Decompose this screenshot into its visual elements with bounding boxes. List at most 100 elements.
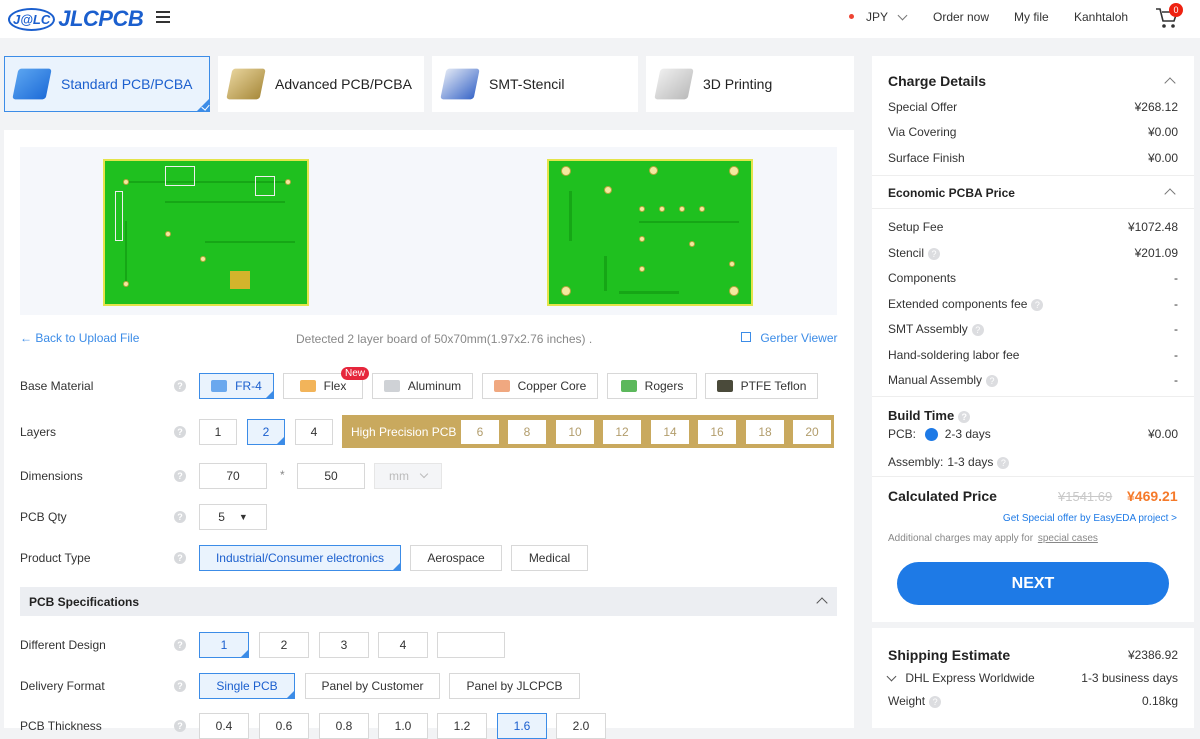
hp-layer-option[interactable]: 12 — [603, 420, 641, 444]
help-icon[interactable]: ? — [174, 470, 186, 482]
qty-label: PCB Qty — [20, 510, 67, 524]
menu-icon[interactable] — [156, 11, 170, 23]
help-icon[interactable]: ? — [958, 410, 971, 423]
thickness-option[interactable]: 0.6 — [259, 713, 309, 739]
thickness-option[interactable]: 2.0 — [556, 713, 606, 739]
thickness-option[interactable]: 0.4 — [199, 713, 249, 739]
hp-layer-option[interactable]: 14 — [651, 420, 689, 444]
back-label: Back to Upload File — [35, 331, 140, 345]
delivery-panel-by-jlcpcb[interactable]: Panel by JLCPCB — [449, 673, 580, 699]
chevron-up-icon[interactable] — [1164, 77, 1176, 89]
material-fr4[interactable]: FR-4 — [199, 373, 274, 399]
dimension-y-input[interactable]: 50 — [297, 463, 365, 489]
product-type-industrial[interactable]: Industrial/Consumer electronics — [199, 545, 401, 571]
help-icon[interactable]: ? — [174, 680, 186, 692]
qty-value: 5 — [218, 510, 225, 524]
layer-option[interactable]: 4 — [295, 419, 333, 445]
design-option[interactable]: 4 — [378, 632, 428, 658]
unit-select[interactable]: mm — [374, 463, 442, 489]
product-type-medical[interactable]: Medical — [511, 545, 588, 571]
help-icon[interactable]: ? — [174, 720, 186, 732]
help-icon[interactable]: ? — [174, 426, 186, 438]
thickness-option[interactable]: 1.2 — [437, 713, 487, 739]
layer-option[interactable]: 1 — [199, 419, 237, 445]
pcb-top-image — [103, 159, 309, 306]
hp-layer-option[interactable]: 16 — [698, 420, 736, 444]
my-file-link[interactable]: My file — [1014, 10, 1049, 24]
chevron-up-icon[interactable] — [1164, 188, 1176, 200]
cart-count-badge: 0 — [1169, 3, 1183, 17]
fr4-icon — [211, 380, 228, 392]
tab-smt-stencil[interactable]: SMT-Stencil — [432, 56, 638, 112]
cart-icon[interactable]: 0 — [1155, 3, 1183, 30]
help-icon[interactable]: ? — [174, 380, 186, 392]
material-label: FR-4 — [235, 379, 262, 393]
design-option[interactable]: 2 — [259, 632, 309, 658]
logo-text: JLCPCB — [58, 6, 144, 31]
material-copper-core[interactable]: Copper Core — [482, 373, 598, 399]
charge-row-setup-fee: Setup Fee ¥1072.48 — [888, 220, 1178, 234]
help-icon[interactable]: ? — [986, 374, 999, 387]
selected-check-icon — [197, 99, 209, 111]
back-to-upload-link[interactable]: ← Back to Upload File — [20, 331, 139, 345]
carrier-select[interactable]: DHL Express Worldwide — [886, 671, 1035, 685]
help-icon[interactable]: ? — [929, 695, 942, 708]
design-option-selected[interactable]: 1 — [199, 632, 249, 658]
top-navbar: J@LC JLCPCB JPY Order now My file Kanhta… — [0, 0, 1200, 38]
dimension-separator: * — [280, 468, 285, 482]
build-time-pcb: PCB: 2-3 days ¥0.00 — [888, 427, 1178, 442]
help-icon[interactable]: ? — [1031, 298, 1044, 311]
design-option[interactable]: 3 — [319, 632, 369, 658]
pcb-specifications-header[interactable]: PCB Specifications — [20, 587, 837, 616]
special-cases-link[interactable]: special cases — [1038, 533, 1098, 544]
currency-label: JPY — [866, 10, 888, 24]
order-now-link[interactable]: Order now — [933, 10, 989, 24]
hp-layer-option[interactable]: 18 — [746, 420, 784, 444]
shipping-estimate-panel: Shipping Estimate ¥2386.92 DHL Express W… — [872, 628, 1194, 728]
jlcpcb-logo[interactable]: J@LC JLCPCB — [8, 6, 144, 32]
design-custom-input[interactable] — [437, 632, 505, 658]
currency-select[interactable]: JPY — [866, 10, 908, 24]
help-icon[interactable]: ? — [928, 247, 941, 260]
product-type-label: Industrial/Consumer electronics — [215, 551, 385, 565]
material-label: Copper Core — [517, 379, 587, 393]
caret-down-icon: ▼ — [238, 512, 248, 522]
tab-3d-printing[interactable]: 3D Printing — [646, 56, 854, 112]
delivery-single-pcb[interactable]: Single PCB — [199, 673, 295, 699]
gerber-viewer-link[interactable]: Gerber Viewer — [741, 331, 838, 345]
delivery-panel-by-customer[interactable]: Panel by Customer — [305, 673, 440, 699]
delivery-format-label: Delivery Format — [20, 679, 105, 693]
different-design-label: Different Design — [20, 638, 106, 652]
qty-select[interactable]: 5 ▼ — [199, 504, 267, 530]
material-rogers[interactable]: Rogers — [607, 373, 697, 399]
tab-label: SMT-Stencil — [489, 76, 565, 92]
thickness-option[interactable]: 1.0 — [378, 713, 428, 739]
help-icon[interactable]: ? — [997, 456, 1010, 469]
hp-layer-option[interactable]: 8 — [508, 420, 546, 444]
chevron-down-icon — [886, 671, 897, 682]
chevron-up-icon — [816, 597, 828, 609]
next-button[interactable]: NEXT — [897, 562, 1169, 605]
thickness-option[interactable]: 0.8 — [319, 713, 369, 739]
tab-label: 3D Printing — [703, 76, 773, 92]
dimension-x-input[interactable]: 70 — [199, 463, 267, 489]
help-icon[interactable]: ? — [174, 639, 186, 651]
material-label: PTFE Teflon — [740, 379, 807, 393]
product-type-aerospace[interactable]: Aerospace — [410, 545, 502, 571]
tab-advanced-pcb[interactable]: Advanced PCB/PCBA — [218, 56, 424, 112]
hp-layer-option[interactable]: 6 — [461, 420, 499, 444]
hp-layer-option[interactable]: 20 — [793, 420, 831, 444]
material-ptfe-teflon[interactable]: PTFE Teflon — [705, 373, 818, 399]
layer-label: 2 — [262, 425, 270, 439]
build-time-title: Build Time? — [888, 408, 971, 423]
user-menu[interactable]: Kanhtaloh — [1074, 10, 1128, 24]
hp-layer-option[interactable]: 10 — [556, 420, 594, 444]
help-icon[interactable]: ? — [174, 511, 186, 523]
special-offer-link[interactable]: Get Special offer by EasyEDA project > — [1003, 513, 1177, 524]
material-aluminum[interactable]: Aluminum — [372, 373, 473, 399]
thickness-option-selected[interactable]: 1.6 — [497, 713, 547, 739]
layer-option-selected[interactable]: 2 — [247, 419, 285, 445]
tab-standard-pcb[interactable]: Standard PCB/PCBA — [4, 56, 210, 112]
help-icon[interactable]: ? — [174, 552, 186, 564]
help-icon[interactable]: ? — [971, 323, 984, 336]
